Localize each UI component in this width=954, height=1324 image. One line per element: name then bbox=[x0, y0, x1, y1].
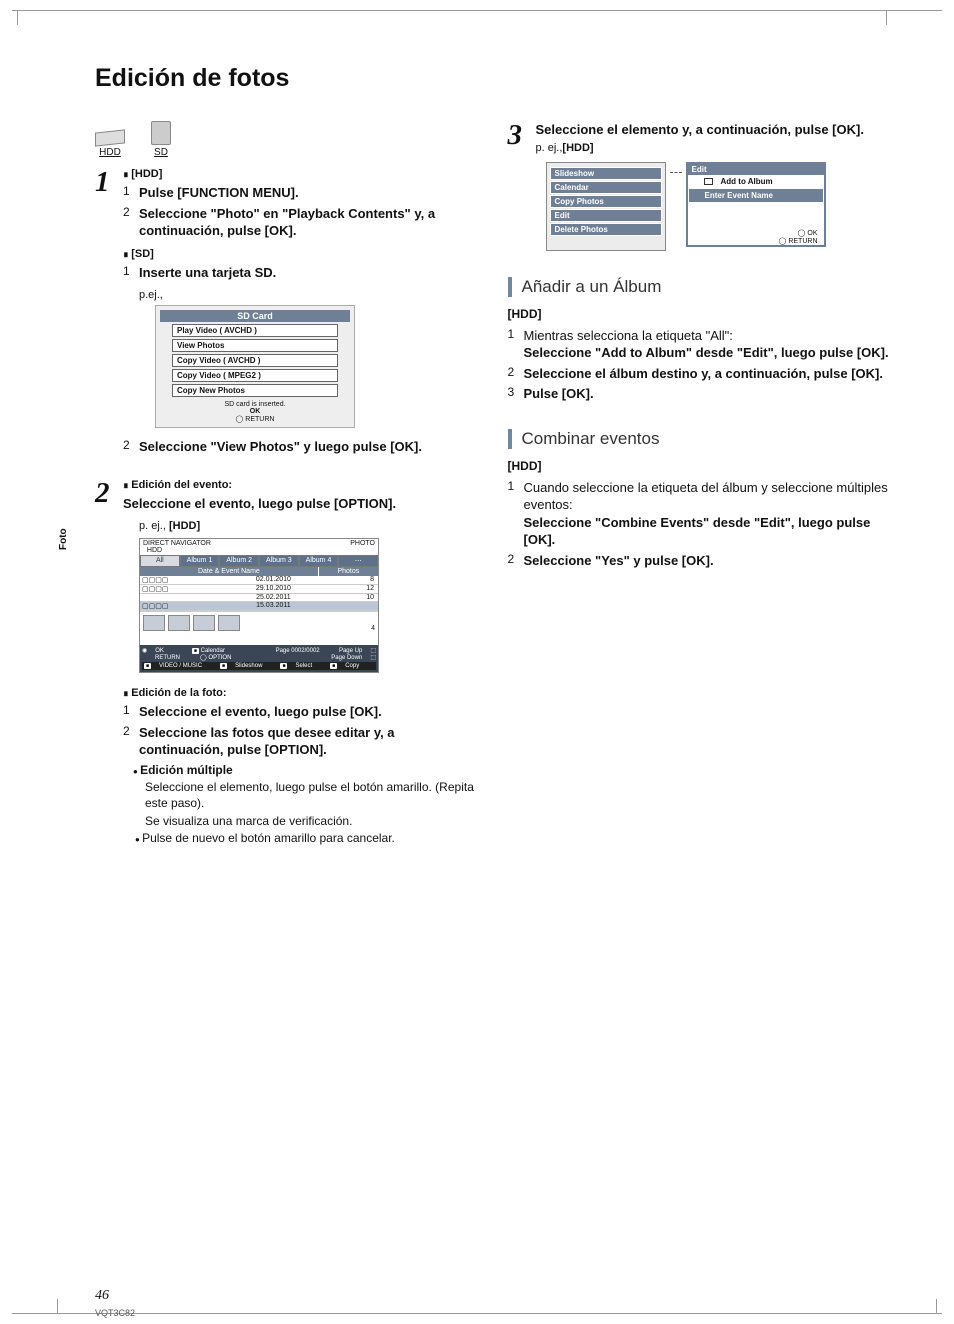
example-label: p. ej., [HDD] bbox=[139, 520, 482, 532]
menu-item[interactable]: Copy Photos bbox=[550, 195, 662, 208]
add-line1a: Mientras selecciona la etiqueta "All": bbox=[524, 328, 733, 343]
tab-album[interactable]: Album 1 bbox=[180, 555, 220, 567]
submenu-title: Edit bbox=[688, 164, 824, 175]
nav-footer: ◉OK ■ Calendar Page 0002/0002 Page Up⬚ R… bbox=[140, 645, 378, 672]
page-title: Edición de fotos bbox=[95, 64, 894, 93]
page-number: 46 bbox=[95, 1288, 109, 1304]
step1-line4: Seleccione "View Photos" y luego pulse [… bbox=[139, 438, 482, 456]
combine-line1b: Seleccione "Combine Events" desde "Edit"… bbox=[524, 515, 871, 548]
example-label: p. ej.,[HDD] bbox=[536, 142, 895, 154]
tab-all[interactable]: All bbox=[140, 555, 180, 567]
multi-line: Seleccione el elemento, luego pulse el b… bbox=[145, 779, 482, 811]
menu-item[interactable]: Calendar bbox=[550, 181, 662, 194]
sd-menu-item[interactable]: View Photos bbox=[172, 339, 338, 352]
thumbnails-row: 4 bbox=[140, 611, 378, 645]
sd-menu-item[interactable]: Copy Video ( MPEG2 ) bbox=[172, 369, 338, 382]
sd-card-menu: SD Card Play Video ( AVCHD ) View Photos… bbox=[155, 305, 355, 428]
example-label: p.ej., bbox=[139, 289, 482, 301]
sd-icon bbox=[151, 121, 171, 145]
table-row[interactable]: ▢▢▢▢02.01.20108 bbox=[140, 576, 378, 585]
sd-menu-item[interactable]: Copy New Photos bbox=[172, 384, 338, 397]
left-column: HDD SD 1 [HDD] 1Pulse [FUNCTION MENU]. 2… bbox=[95, 121, 482, 855]
step2-foto2: Seleccione las fotos que desee editar y,… bbox=[139, 724, 482, 759]
add-line2: Seleccione el álbum destino y, a continu… bbox=[524, 365, 895, 383]
tab-album[interactable]: Album 2 bbox=[219, 555, 259, 567]
table-row[interactable]: 25.02.201110 bbox=[140, 594, 378, 602]
menu-item[interactable]: Delete Photos bbox=[550, 223, 662, 236]
step-number: 2 bbox=[95, 479, 123, 508]
step-3: 3 Seleccione el elemento y, a continuaci… bbox=[508, 121, 895, 251]
sd-menu-item[interactable]: Play Video ( AVCHD ) bbox=[172, 324, 338, 337]
table-row[interactable]: ▢▢▢▢29.10.201012 bbox=[140, 585, 378, 594]
sd-menu-title: SD Card bbox=[160, 310, 350, 322]
doc-code: VQT3C82 bbox=[95, 1308, 135, 1318]
submenu-item[interactable]: Add to Album bbox=[688, 175, 824, 188]
sd-label: SD bbox=[151, 147, 171, 158]
submenu-footer: ◯ OK ◯ RETURN bbox=[688, 229, 824, 245]
combine-line1a: Cuando seleccione la etiqueta del álbum … bbox=[524, 480, 888, 513]
edit-menu-diagram: Slideshow Calendar Copy Photos Edit Dele… bbox=[546, 162, 895, 251]
step-1: 1 [HDD] 1Pulse [FUNCTION MENU]. 2Selecci… bbox=[95, 168, 482, 459]
tab-album[interactable]: Album 3 bbox=[259, 555, 299, 567]
step-number: 1 bbox=[95, 168, 123, 197]
menu-item[interactable]: Edit bbox=[550, 209, 662, 222]
edit-photo-heading: Edición de la foto: bbox=[123, 687, 482, 699]
direct-navigator: DIRECT NAVIGATOR HDD PHOTO All Album 1 A… bbox=[139, 538, 379, 673]
section-combine-events: Combinar eventos bbox=[508, 429, 895, 449]
step3-line1: Seleccione el elemento y, a continuación… bbox=[536, 121, 895, 139]
sd-media: SD bbox=[151, 121, 171, 158]
sd-heading: [SD] bbox=[123, 248, 482, 260]
connector-line bbox=[670, 172, 682, 173]
edit-event-heading: Edición del evento: bbox=[123, 479, 482, 491]
hdd-media: HDD bbox=[95, 131, 125, 158]
section-add-to-album: Añadir a un Álbum bbox=[508, 277, 895, 297]
album-icon bbox=[704, 178, 713, 185]
add-line1b: Seleccione "Add to Album" desde "Edit", … bbox=[524, 345, 889, 360]
step1-line1: Pulse [FUNCTION MENU]. bbox=[139, 184, 482, 202]
add-line3: Pulse [OK]. bbox=[524, 385, 895, 403]
hdd-tag: [HDD] bbox=[508, 459, 895, 473]
menu-item[interactable]: Slideshow bbox=[550, 167, 662, 180]
table-row-selected[interactable]: ▢▢▢▢15.03.2011 bbox=[140, 602, 378, 611]
hdd-tag: [HDD] bbox=[508, 307, 895, 321]
step1-line3: Inserte una tarjeta SD. bbox=[139, 264, 482, 282]
multi-line: Se visualiza una marca de verificación. bbox=[145, 813, 482, 829]
step-number: 3 bbox=[508, 121, 536, 150]
step2-line1: Seleccione el evento, luego pulse [OPTIO… bbox=[123, 495, 482, 513]
media-icons: HDD SD bbox=[95, 121, 482, 158]
combine-line2: Seleccione "Yes" y pulse [OK]. bbox=[524, 552, 895, 570]
page-content: Edición de fotos HDD SD 1 [HDD] 1Pulse [… bbox=[95, 64, 894, 1284]
right-column: 3 Seleccione el elemento y, a continuaci… bbox=[508, 121, 895, 855]
side-tab: Foto bbox=[58, 528, 69, 550]
hdd-heading: [HDD] bbox=[123, 168, 482, 180]
sd-menu-item[interactable]: Copy Video ( AVCHD ) bbox=[172, 354, 338, 367]
step1-line2: Seleccione "Photo" en "Playback Contents… bbox=[139, 205, 482, 240]
nav-tabs: All Album 1 Album 2 Album 3 Album 4 ⋯ bbox=[140, 555, 378, 567]
sd-menu-footer: SD card is inserted. OK ◯ RETURN bbox=[160, 399, 350, 423]
step2-foto1: Seleccione el evento, luego pulse [OK]. bbox=[139, 703, 482, 721]
edit-submenu: Edit Add to Album Enter Event Name ◯ OK … bbox=[686, 162, 826, 247]
hdd-icon bbox=[95, 129, 125, 146]
hdd-label: HDD bbox=[95, 147, 125, 158]
option-menu: Slideshow Calendar Copy Photos Edit Dele… bbox=[546, 162, 666, 251]
step-2: 2 Edición del evento: Seleccione el even… bbox=[95, 479, 482, 848]
tab-more[interactable]: ⋯ bbox=[338, 555, 378, 567]
submenu-item-selected[interactable]: Enter Event Name bbox=[689, 189, 823, 202]
multi-edit-title: Edición múltiple bbox=[133, 763, 482, 777]
multi-line: Pulse de nuevo el botón amarillo para ca… bbox=[135, 831, 482, 845]
tab-album[interactable]: Album 4 bbox=[299, 555, 339, 567]
